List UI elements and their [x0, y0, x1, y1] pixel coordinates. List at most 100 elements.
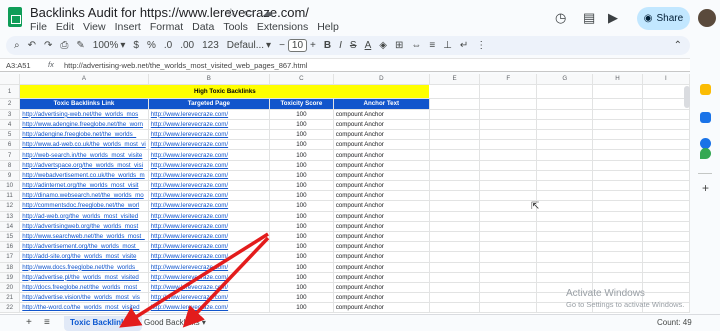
- cell-toxicity-score[interactable]: 100: [269, 160, 334, 171]
- menu-insert[interactable]: Insert: [115, 21, 141, 33]
- cell[interactable]: [536, 272, 594, 283]
- cell-targeted-page[interactable]: http://www.lerevecraze.com/: [148, 109, 271, 120]
- cell[interactable]: [642, 241, 690, 253]
- cell-toxic-link[interactable]: http://dinamo.websearch.net/the_worlds_m…: [19, 190, 149, 202]
- row-header[interactable]: 3: [0, 109, 21, 120]
- font-chevron-icon[interactable]: ▾: [266, 40, 271, 51]
- cell-toxic-link[interactable]: http://adinternet.org/the_worlds_most_vi…: [19, 180, 149, 192]
- cell[interactable]: [592, 221, 643, 232]
- cell[interactable]: [536, 119, 594, 131]
- text-wrap-icon[interactable]: ↵: [460, 40, 468, 51]
- horizontal-align-icon[interactable]: ≡: [429, 40, 435, 51]
- cell-anchor-text[interactable]: compount Anchor: [333, 170, 430, 182]
- cell-anchor-text[interactable]: compount Anchor: [333, 292, 430, 304]
- cell[interactable]: [479, 149, 538, 161]
- cell[interactable]: [536, 84, 594, 99]
- cell[interactable]: [642, 211, 690, 222]
- cell[interactable]: [536, 160, 594, 171]
- table-row[interactable]: 3 http://advertising-web.net/the_worlds_m…: [0, 109, 690, 120]
- font-select[interactable]: Defaul...: [227, 40, 264, 51]
- cell[interactable]: [479, 292, 538, 304]
- cell-toxicity-score[interactable]: 100: [269, 231, 334, 243]
- cell[interactable]: [592, 200, 643, 212]
- row-header[interactable]: 1: [0, 84, 21, 99]
- cell[interactable]: [479, 251, 538, 263]
- cell[interactable]: [429, 190, 481, 202]
- menu-edit[interactable]: Edit: [56, 21, 74, 33]
- row-header[interactable]: 20: [0, 282, 21, 294]
- cell-toxicity-score[interactable]: 100: [269, 190, 334, 202]
- cell[interactable]: [642, 180, 690, 192]
- increase-decimal-button[interactable]: .00: [180, 40, 194, 51]
- cell-toxicity-score[interactable]: 100: [269, 139, 334, 151]
- table-row[interactable]: 19 http://advertise.pl/the_worlds_most_vi…: [0, 272, 690, 283]
- table-row[interactable]: 10 http://adinternet.org/the_worlds_most_…: [0, 180, 690, 192]
- decrease-decimal-button[interactable]: .0: [164, 40, 172, 51]
- italic-button[interactable]: I: [339, 40, 342, 51]
- cell[interactable]: [479, 119, 538, 131]
- cell[interactable]: [479, 272, 538, 283]
- collapse-toolbar-icon[interactable]: ⌃: [674, 40, 682, 51]
- menu-view[interactable]: View: [83, 21, 106, 33]
- cell-anchor-text[interactable]: compount Anchor: [333, 139, 430, 151]
- row-header[interactable]: 19: [0, 272, 21, 283]
- cell[interactable]: [536, 180, 594, 192]
- cell-toxic-link[interactable]: http://ad-web.org/the_worlds_most_visite…: [19, 211, 149, 222]
- column-header-b[interactable]: B: [148, 74, 271, 85]
- cell[interactable]: [642, 160, 690, 171]
- cell-targeted-page[interactable]: http://www.lerevecraze.com/: [148, 241, 271, 253]
- column-header-e[interactable]: E: [429, 74, 481, 85]
- undo-icon[interactable]: ↶: [28, 40, 36, 51]
- menu-help[interactable]: Help: [317, 21, 339, 33]
- cell-toxic-link[interactable]: http://webadvertisement.co.uk/the_worlds…: [19, 170, 149, 182]
- table-row[interactable]: 18 http://www.docs.freeglobe.net/the_worl…: [0, 262, 690, 273]
- cell[interactable]: [592, 84, 643, 99]
- cell[interactable]: [642, 251, 690, 263]
- cell[interactable]: [592, 180, 643, 192]
- cell[interactable]: [592, 262, 643, 273]
- cell-toxicity-score[interactable]: 100: [269, 211, 334, 222]
- cell[interactable]: [479, 282, 538, 294]
- cell[interactable]: [429, 282, 481, 294]
- sheets-logo-icon[interactable]: [8, 7, 22, 27]
- cell-toxicity-score[interactable]: 100: [269, 129, 334, 141]
- cell-anchor-text[interactable]: compount Anchor: [333, 272, 430, 283]
- table-row[interactable]: 4 http://www.adengine.freeglobe.net/the_w…: [0, 119, 690, 131]
- fill-color-icon[interactable]: ◈: [379, 40, 387, 51]
- cell[interactable]: [642, 190, 690, 202]
- cell-toxicity-score[interactable]: 100: [269, 149, 334, 161]
- row-header[interactable]: 14: [0, 221, 21, 232]
- cell-anchor-text[interactable]: compount Anchor: [333, 262, 430, 273]
- cell[interactable]: [536, 251, 594, 263]
- row-header[interactable]: 4: [0, 119, 21, 131]
- cell[interactable]: [642, 129, 690, 141]
- cell-targeted-page[interactable]: http://www.lerevecraze.com/: [148, 119, 271, 131]
- cell-toxic-link[interactable]: http://advertising-web.net/the_worlds_mo…: [19, 109, 149, 120]
- cell-anchor-text[interactable]: compount Anchor: [333, 149, 430, 161]
- move-folder-icon[interactable]: ▭: [244, 6, 254, 19]
- cell[interactable]: [642, 84, 690, 99]
- cell[interactable]: [429, 160, 481, 171]
- cell[interactable]: [642, 139, 690, 151]
- row-header[interactable]: 6: [0, 139, 21, 151]
- cell-toxic-link[interactable]: http://advertspace.org/the_worlds_most_v…: [19, 160, 149, 171]
- row-header[interactable]: 13: [0, 211, 21, 222]
- row-header[interactable]: 8: [0, 160, 21, 171]
- cell-toxicity-score[interactable]: 100: [269, 180, 334, 192]
- cell[interactable]: [642, 109, 690, 120]
- cell[interactable]: [479, 98, 538, 110]
- avatar[interactable]: [698, 9, 716, 27]
- cell-toxicity-score[interactable]: 100: [269, 109, 334, 120]
- cell-targeted-page[interactable]: http://www.lerevecraze.com/: [148, 272, 271, 283]
- cell-targeted-page[interactable]: http://www.lerevecraze.com/: [148, 129, 271, 141]
- cell[interactable]: [536, 139, 594, 151]
- cell[interactable]: [592, 170, 643, 182]
- row-header[interactable]: 15: [0, 231, 21, 243]
- meet-icon[interactable]: ▶: [608, 10, 618, 26]
- cell[interactable]: [642, 221, 690, 232]
- cell-targeted-page[interactable]: http://www.lerevecraze.com/: [148, 190, 271, 202]
- cell[interactable]: [429, 251, 481, 263]
- cell[interactable]: [536, 98, 594, 110]
- row-header[interactable]: 22: [0, 302, 21, 314]
- header-toxic-link[interactable]: Toxic Backlinks Link: [19, 98, 149, 110]
